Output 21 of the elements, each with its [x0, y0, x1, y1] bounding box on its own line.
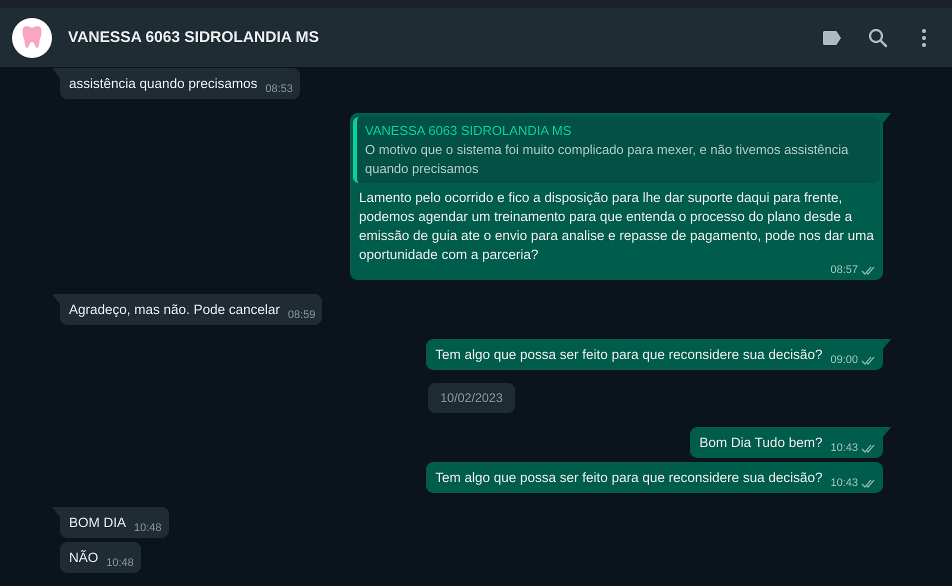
message-text: Tem algo que possa ser feito para que reconsidere sua decisão?	[435, 346, 822, 364]
message-text: BOM DIA	[69, 514, 126, 532]
message-time: 10:48	[134, 522, 162, 535]
message-text: Agradeço, mas não. Pode cancelar	[69, 301, 280, 319]
quoted-author: VANESSA 6063 SIDROLANDIA MS	[365, 122, 572, 140]
message-text: assistência quando precisamos	[69, 75, 258, 93]
message-time: 10:43	[830, 442, 858, 455]
avatar-icon[interactable]	[12, 18, 52, 58]
quoted-message[interactable]: VANESSA 6063 SIDROLANDIA MS O motivo que o sistema foi muito complicado para mexer, e não tivemos assistência quando precisamos	[353, 117, 880, 183]
message-text: Lamento pelo ocorrido e fico a disposição para lhe dar suporte daqui para frente, podemos agendar um treinamento para que entenda o processo do plano desde a emissão de guia ate o envio para analise e repasse de pagamento, pode nos dar uma oportunidade com a parceria?	[359, 189, 875, 264]
quoted-text: O motivo que o sistema foi muito complicado para mexer, e não tivemos assistência quando precisamos	[365, 141, 850, 178]
message-text: Bom Dia Tudo bem?	[699, 434, 822, 452]
message-text: NÃO	[69, 549, 98, 567]
message-time: 08:59	[288, 309, 316, 322]
message-time: 09:00	[830, 354, 858, 367]
message-time: 08:57	[830, 264, 858, 277]
message-text: Tem algo que possa ser feito para que reconsidere sua decisão?	[435, 469, 822, 487]
message-time: 10:43	[830, 477, 858, 490]
message-time: 08:53	[265, 83, 293, 96]
contact-name: VANESSA 6063 SIDROLANDIA MS	[68, 28, 320, 46]
message-time: 10:48	[106, 557, 134, 570]
